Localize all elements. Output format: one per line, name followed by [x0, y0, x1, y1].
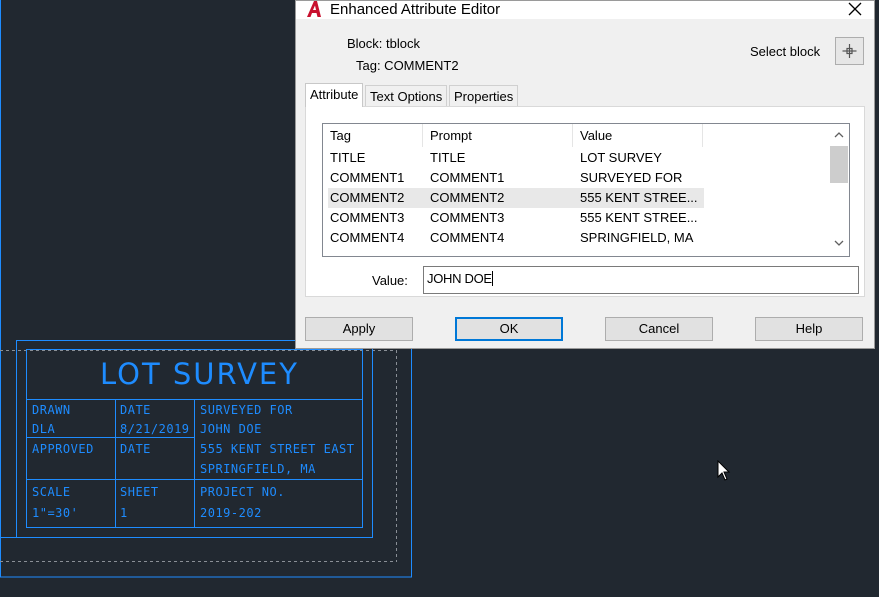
scale-value: 1"=30'	[32, 506, 79, 520]
dialog-title: Enhanced Attribute Editor	[330, 1, 501, 18]
scale-label: SCALE	[32, 485, 71, 499]
date2-label: DATE	[120, 442, 151, 456]
close-button[interactable]	[844, 1, 866, 19]
approved-label: APPROVED	[32, 442, 94, 456]
column-header-prompt[interactable]: Prompt	[423, 124, 573, 147]
column-header-value[interactable]: Value	[573, 124, 703, 147]
sheet-label: SHEET	[120, 485, 159, 499]
row-value: 555 KENT STREE...	[580, 190, 698, 205]
row-prompt: COMMENT1	[430, 170, 505, 185]
value-label: Value:	[372, 273, 408, 288]
address-line-1: 555 KENT STREET EAST	[200, 442, 355, 456]
value-input-text: JOHN DOE	[427, 271, 492, 286]
row-value: LOT SURVEY	[580, 150, 662, 165]
attribute-tab-panel: Tag Prompt Value TITLE TITLE LOT SURVEY …	[305, 106, 865, 297]
crosshair-pick-icon	[842, 44, 857, 58]
apply-button[interactable]: Apply	[305, 317, 413, 341]
text-caret	[491, 271, 493, 286]
help-button[interactable]: Help	[755, 317, 863, 341]
surveyed-for-value: JOHN DOE	[200, 422, 262, 436]
row-value: 555 KENT STREE...	[580, 210, 698, 225]
row-tag: COMMENT1	[330, 170, 405, 185]
block-name-label: Block: tblock	[347, 36, 420, 51]
project-no-label: PROJECT NO.	[200, 485, 285, 499]
scroll-up-icon[interactable]	[833, 129, 845, 141]
enhanced-attribute-editor-dialog: Enhanced Attribute Editor Block: tblock …	[295, 0, 875, 349]
list-row[interactable]: COMMENT3 COMMENT3 555 KENT STREE...	[328, 208, 704, 228]
attribute-list[interactable]: Tag Prompt Value TITLE TITLE LOT SURVEY …	[322, 123, 850, 257]
list-scrollbar[interactable]	[829, 124, 849, 256]
tab-attribute[interactable]: Attribute	[305, 83, 364, 107]
cancel-button[interactable]: Cancel	[605, 317, 713, 341]
ok-button[interactable]: OK	[455, 317, 563, 341]
row-prompt: COMMENT3	[430, 210, 505, 225]
row-prompt: COMMENT4	[430, 230, 505, 245]
list-row[interactable]: COMMENT1 COMMENT1 SURVEYED FOR	[328, 168, 704, 188]
value-input[interactable]: JOHN DOE	[423, 266, 859, 294]
mouse-pointer-icon	[717, 460, 731, 481]
sheet-value: 1	[120, 506, 128, 520]
autocad-logo-icon	[307, 1, 321, 17]
tab-text-options[interactable]: Text Options	[365, 85, 448, 106]
date-label: DATE	[120, 403, 151, 417]
list-row[interactable]: TITLE TITLE LOT SURVEY	[328, 148, 704, 168]
drawn-label: DRAWN	[32, 403, 71, 417]
row-prompt: COMMENT2	[430, 190, 505, 205]
list-header: Tag Prompt Value	[323, 124, 829, 147]
address-line-2: SPRINGFIELD, MA	[200, 462, 316, 476]
list-row-selected[interactable]: COMMENT2 COMMENT2 555 KENT STREE...	[328, 188, 704, 208]
row-tag: TITLE	[330, 150, 366, 165]
row-tag: COMMENT4	[330, 230, 405, 245]
close-icon	[848, 2, 862, 16]
tag-name-label: Tag: COMMENT2	[356, 58, 459, 73]
scroll-down-icon[interactable]	[833, 237, 845, 249]
drawn-value: DLA	[32, 422, 56, 436]
row-value: SPRINGFIELD, MA	[580, 230, 694, 245]
row-tag: COMMENT3	[330, 210, 405, 225]
select-block-button[interactable]	[835, 37, 864, 65]
list-row[interactable]: COMMENT4 COMMENT4 SPRINGFIELD, MA	[328, 228, 704, 248]
row-tag: COMMENT2	[330, 190, 405, 205]
surveyed-for-label: SURVEYED FOR	[200, 403, 293, 417]
column-header-tag[interactable]: Tag	[323, 124, 423, 147]
dialog-titlebar[interactable]: Enhanced Attribute Editor	[296, 1, 874, 19]
select-block-label: Select block	[750, 44, 821, 59]
date-value: 8/21/2019	[120, 422, 190, 436]
row-value: SURVEYED FOR	[580, 170, 683, 185]
tab-properties[interactable]: Properties	[449, 85, 519, 106]
scrollbar-thumb[interactable]	[830, 146, 848, 183]
row-prompt: TITLE	[430, 150, 466, 165]
project-no-value: 2019-202	[200, 506, 262, 520]
drawing-title: LOT SURVEY	[100, 357, 299, 391]
